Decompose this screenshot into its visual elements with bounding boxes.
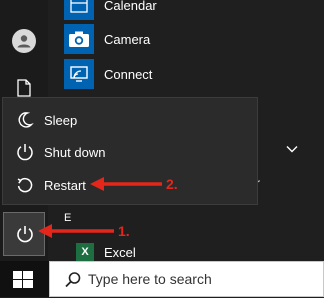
- menu-item-label: Restart: [44, 177, 86, 193]
- taskbar-search-box[interactable]: Type here to search: [49, 261, 324, 297]
- user-icon: [17, 35, 31, 48]
- app-item-connect[interactable]: Connect: [64, 59, 152, 89]
- step-1-label: 1.: [118, 223, 130, 239]
- windows-logo-icon: [13, 271, 33, 288]
- restart-icon: [17, 177, 33, 193]
- menu-item-shut-down[interactable]: Shut down: [3, 137, 257, 167]
- excel-icon: X: [76, 243, 94, 261]
- power-icon: [17, 144, 33, 161]
- menu-item-label: Sleep: [44, 112, 78, 128]
- app-label: Connect: [104, 66, 153, 82]
- chevron-down-icon[interactable]: [286, 140, 298, 158]
- camera-icon: [64, 24, 94, 54]
- arrow-to-restart: [90, 177, 162, 191]
- menu-item-sleep[interactable]: Sleep: [3, 105, 257, 135]
- app-label: Calendar: [104, 0, 157, 13]
- start-button[interactable]: [10, 267, 36, 293]
- arrow-to-power: [38, 224, 114, 238]
- app-label: Excel: [104, 244, 136, 260]
- power-icon: [17, 226, 33, 243]
- moon-icon: [18, 112, 34, 128]
- app-item-excel[interactable]: X Excel: [76, 243, 136, 261]
- connect-icon: [64, 59, 94, 89]
- search-icon: [65, 272, 81, 288]
- app-item-camera[interactable]: Camera: [64, 24, 150, 54]
- calendar-icon: [64, 0, 94, 20]
- app-label: Camera: [104, 31, 151, 47]
- app-item-calendar[interactable]: Calendar: [64, 0, 157, 20]
- user-avatar[interactable]: [12, 29, 36, 53]
- search-placeholder: Type here to search: [88, 271, 212, 287]
- menu-item-label: Shut down: [44, 144, 106, 160]
- step-2-label: 2.: [166, 176, 178, 192]
